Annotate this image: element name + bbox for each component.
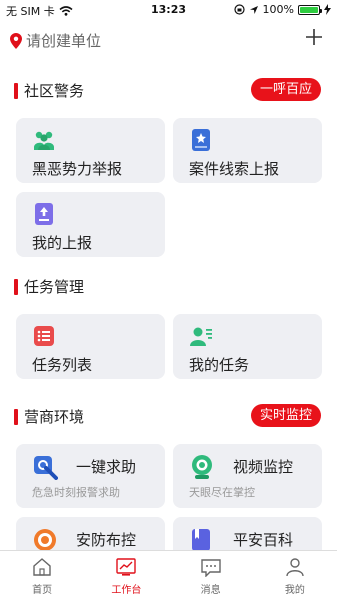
section-title-text: 社区警务 (24, 82, 85, 100)
tab-home[interactable]: 首页 (0, 551, 84, 600)
charging-icon (324, 4, 331, 15)
message-icon (200, 559, 221, 577)
tab-label: 我的 (284, 585, 305, 596)
my-task-card[interactable]: 我的任务 (173, 314, 322, 379)
tab-profile[interactable]: 我的 (253, 551, 337, 600)
section-business-title: 营商环境 (14, 406, 84, 427)
status-bar: 无 SIM 卡 13:23 100% (0, 0, 337, 20)
section-marker (14, 82, 18, 99)
unit-selector[interactable]: 请创建单位 (10, 30, 101, 51)
video-monitor-card[interactable]: 视频监控 天眼尽在掌控 (173, 444, 322, 508)
battery-percent: 100% (262, 3, 294, 16)
card-label: 一键求助 (76, 458, 137, 476)
location-arrow-icon (249, 5, 258, 14)
card-label: 平安百科 (233, 531, 294, 549)
camera-icon (192, 455, 212, 479)
battery-icon (298, 4, 322, 15)
live-monitor-button[interactable]: 实时监控 (250, 404, 321, 427)
user-task-icon (190, 327, 212, 346)
section-marker (14, 278, 18, 295)
section-title-text: 任务管理 (24, 278, 85, 296)
tab-label: 首页 (32, 585, 53, 596)
tab-workbench[interactable]: 工作台 (84, 551, 168, 600)
profile-icon (286, 558, 304, 577)
task-list-card[interactable]: 任务列表 (16, 314, 165, 379)
sos-help-card[interactable]: 一键求助 危急时刻报警求助 (16, 444, 165, 508)
home-icon (33, 558, 51, 576)
broadcast-call-button[interactable]: 一呼百应 (250, 78, 321, 101)
upload-document-icon (35, 203, 53, 225)
card-label: 我的上报 (32, 234, 93, 252)
tab-messages[interactable]: 消息 (169, 551, 253, 600)
header: 请创建单位 (0, 22, 337, 58)
section-title-text: 营商环境 (24, 408, 85, 426)
section-marker (14, 408, 18, 425)
lock-rotation-icon (233, 4, 245, 15)
status-right: 100% (233, 3, 331, 16)
card-label: 视频监控 (233, 458, 294, 476)
gang-report-card[interactable]: 黑恶势力举报 (16, 118, 165, 183)
map-pin-icon (10, 32, 22, 49)
card-label: 任务列表 (32, 356, 93, 374)
card-label: 黑恶势力举报 (32, 160, 123, 178)
section-community-title: 社区警务 (14, 80, 84, 101)
case-clue-icon (192, 129, 210, 151)
help-phone-icon (34, 456, 58, 480)
people-report-icon (34, 131, 54, 150)
case-clue-card[interactable]: 案件线索上报 (173, 118, 322, 183)
dashboard-icon (116, 558, 137, 576)
card-label: 我的任务 (189, 356, 250, 374)
card-label: 安防布控 (76, 531, 137, 549)
task-list-icon (34, 326, 54, 346)
unit-placeholder: 请创建单位 (26, 32, 102, 50)
my-report-card[interactable]: 我的上报 (16, 192, 165, 257)
section-tasks-title: 任务管理 (14, 276, 84, 297)
tab-label: 工作台 (111, 585, 142, 596)
card-label: 案件线索上报 (189, 160, 280, 178)
tab-label: 消息 (200, 585, 221, 596)
bottom-tab-bar: 首页 工作台 消息 我的 (0, 550, 337, 600)
card-subtitle: 天眼尽在掌控 (189, 486, 255, 499)
card-subtitle: 危急时刻报警求助 (32, 486, 120, 499)
plus-icon[interactable] (305, 24, 323, 51)
